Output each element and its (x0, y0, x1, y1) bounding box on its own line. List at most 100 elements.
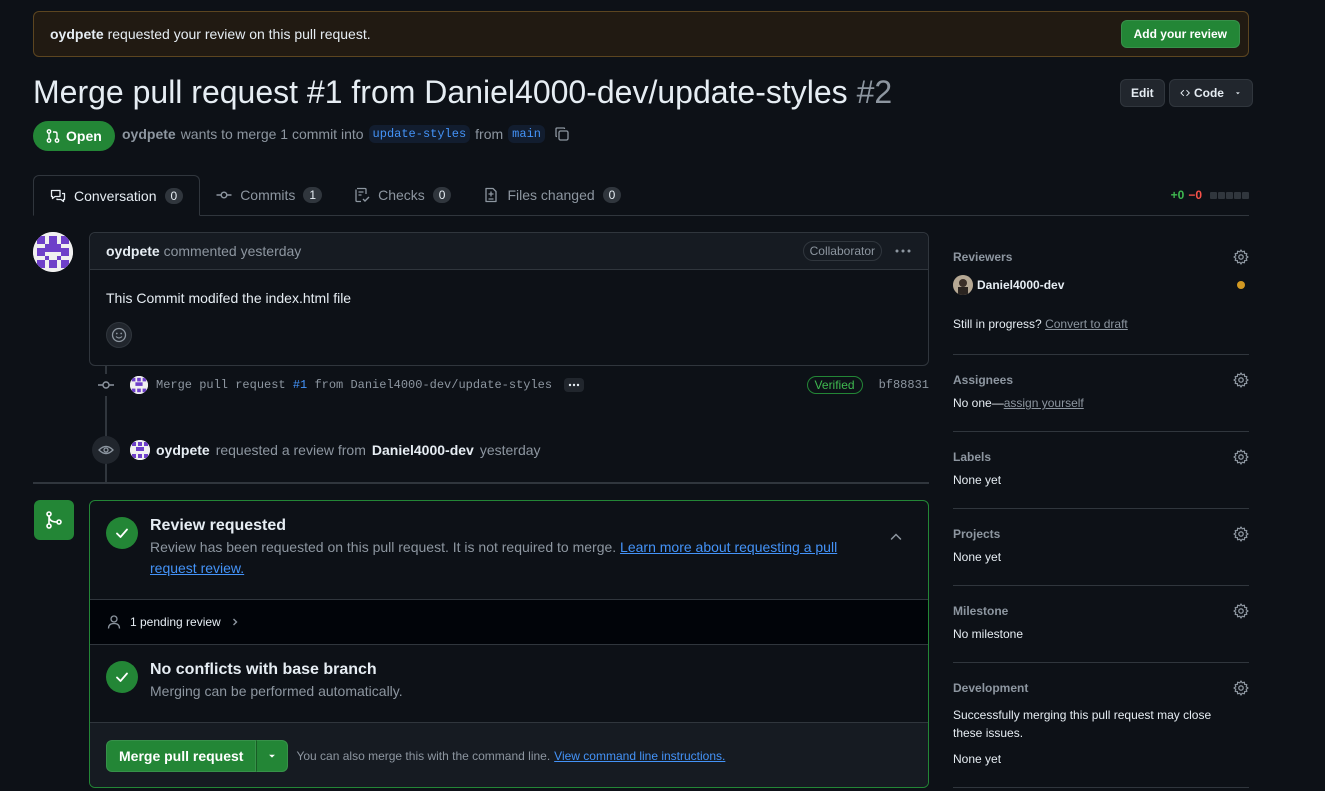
code-button[interactable]: Code (1168, 79, 1253, 107)
tab-files-changed[interactable]: Files changed 0 (467, 175, 637, 215)
merge-status-icon (34, 500, 74, 540)
author-link[interactable]: oydpete (122, 126, 176, 142)
tab-conversation[interactable]: Conversation 0 (33, 175, 201, 216)
banner-text: requested your review on this pull reque… (107, 26, 371, 42)
merge-button-group: Merge pull request (106, 740, 289, 772)
reviewer-row[interactable]: Daniel4000-dev (953, 275, 1249, 295)
pr-number: #2 (856, 74, 893, 110)
commit-avatar[interactable] (130, 376, 148, 394)
comment-discussion-icon (50, 189, 66, 202)
reviewers-header[interactable]: Reviewers (953, 249, 1249, 265)
edit-button[interactable]: Edit (1120, 79, 1165, 107)
gear-icon[interactable] (1233, 449, 1249, 465)
review-requested-section: Review requested Review has been request… (90, 501, 928, 600)
git-merge-icon (46, 511, 62, 529)
smiley-icon (111, 327, 127, 343)
git-commit-icon (96, 374, 116, 396)
tab-commits[interactable]: Commits 1 (200, 175, 338, 215)
sidebar-labels: Labels None yet (953, 449, 1249, 509)
commit-sha[interactable]: bf88831 (879, 378, 929, 392)
sidebar-development: Development Successfully merging this pu… (953, 680, 1249, 788)
comment-timestamp[interactable]: commented yesterday (164, 243, 302, 259)
diffstat-bar (1209, 191, 1249, 199)
convert-to-draft-link[interactable]: Convert to draft (1045, 317, 1128, 331)
status-label: Open (66, 128, 102, 144)
page-title: Merge pull request #1 from Daniel4000-de… (33, 74, 892, 111)
diffstat: +0 −0 (1171, 188, 1249, 202)
development-heading: Development (953, 681, 1029, 695)
diff-deletions: −0 (1188, 188, 1202, 202)
tab-checks[interactable]: Checks 0 (338, 175, 467, 215)
expand-commit-button[interactable] (564, 378, 585, 392)
tab-label: Conversation (74, 187, 157, 204)
merge-box: Review requested Review has been request… (89, 500, 929, 788)
code-label: Code (1193, 86, 1224, 100)
projects-heading: Projects (953, 527, 1001, 541)
development-value: None yet (953, 752, 1002, 766)
banner-user[interactable]: oydpete (50, 26, 104, 42)
code-icon (1180, 89, 1190, 97)
sidebar-reviewers: Reviewers Daniel4000-dev Still in progre… (953, 249, 1249, 355)
labels-heading: Labels (953, 450, 992, 464)
merge-actions: Merge pull request You can also merge th… (90, 723, 928, 787)
head-branch[interactable]: main (508, 125, 545, 143)
event-avatar[interactable] (130, 440, 150, 460)
assignees-heading: Assignees (953, 373, 1014, 387)
development-header[interactable]: Development (953, 680, 1249, 696)
check-circle-icon (106, 517, 138, 549)
tab-counter: 0 (432, 187, 452, 203)
gear-icon[interactable] (1233, 372, 1249, 388)
projects-header[interactable]: Projects (953, 526, 1249, 542)
gear-icon[interactable] (1233, 603, 1249, 619)
collaborator-badge: Collaborator (802, 241, 882, 261)
merge-pull-request-button[interactable]: Merge pull request (106, 740, 257, 772)
cli-instructions-link[interactable]: View command line instructions. (554, 749, 725, 763)
add-reaction-button[interactable] (106, 322, 132, 348)
milestone-value: No milestone (953, 627, 1024, 641)
avatar[interactable] (33, 232, 73, 272)
pending-review-label: 1 pending review (130, 615, 221, 629)
assignees-header[interactable]: Assignees (953, 372, 1249, 388)
event-text: requested a review from (215, 442, 366, 458)
labels-value: None yet (953, 473, 1002, 487)
merge-options-dropdown[interactable] (256, 740, 289, 772)
copy-icon[interactable] (554, 126, 570, 142)
pull-request-icon (46, 129, 60, 143)
review-requested-desc: Review has been requested on this pull r… (150, 537, 876, 579)
verified-badge[interactable]: Verified (806, 376, 863, 394)
milestone-header[interactable]: Milestone (953, 603, 1249, 619)
kebab-menu-icon[interactable] (894, 243, 912, 259)
pending-reviews-row[interactable]: 1 pending review (90, 600, 928, 645)
event-timestamp[interactable]: yesterday (480, 442, 541, 458)
comment-header: oydpete commented yesterday Collaborator (90, 233, 928, 270)
no-conflicts-section: No conflicts with base branch Merging ca… (90, 645, 928, 723)
event-actor[interactable]: oydpete (156, 442, 210, 458)
tab-counter: 0 (602, 187, 622, 203)
sidebar-projects: Projects None yet (953, 526, 1249, 586)
assignees-value: No one— (953, 396, 1004, 410)
comment-card: oydpete commented yesterday Collaborator… (89, 232, 929, 366)
review-requested-title: Review requested (150, 517, 287, 534)
event-badge (92, 436, 120, 464)
banner-message: oydpete requested your review on this pu… (50, 26, 371, 42)
event-target[interactable]: Daniel4000-dev (372, 442, 474, 458)
commit-message-suffix: from Daniel4000-dev/update-styles (314, 378, 553, 392)
commit-pr-ref[interactable]: #1 (293, 378, 307, 392)
review-desc-text: Review has been requested on this pull r… (150, 539, 617, 555)
chevron-up-icon[interactable] (888, 529, 904, 545)
file-diff-icon (485, 187, 498, 203)
comment-author[interactable]: oydpete (106, 243, 160, 259)
assign-yourself-link[interactable]: assign yourself (1004, 396, 1084, 410)
identicon (33, 232, 73, 272)
gear-icon[interactable] (1233, 680, 1249, 696)
add-your-review-button[interactable]: Add your review (1120, 20, 1240, 48)
comment-text: This Commit modifed the index.html file (106, 290, 352, 306)
gear-icon[interactable] (1233, 526, 1249, 542)
chevron-right-icon (232, 618, 238, 626)
tab-counter: 0 (164, 187, 184, 204)
labels-header[interactable]: Labels (953, 449, 1249, 465)
commit-message[interactable]: Merge pull request #1 from Daniel4000-de… (156, 378, 552, 392)
checklist-icon (355, 187, 370, 203)
gear-icon[interactable] (1233, 249, 1249, 265)
base-branch[interactable]: update-styles (368, 125, 471, 143)
